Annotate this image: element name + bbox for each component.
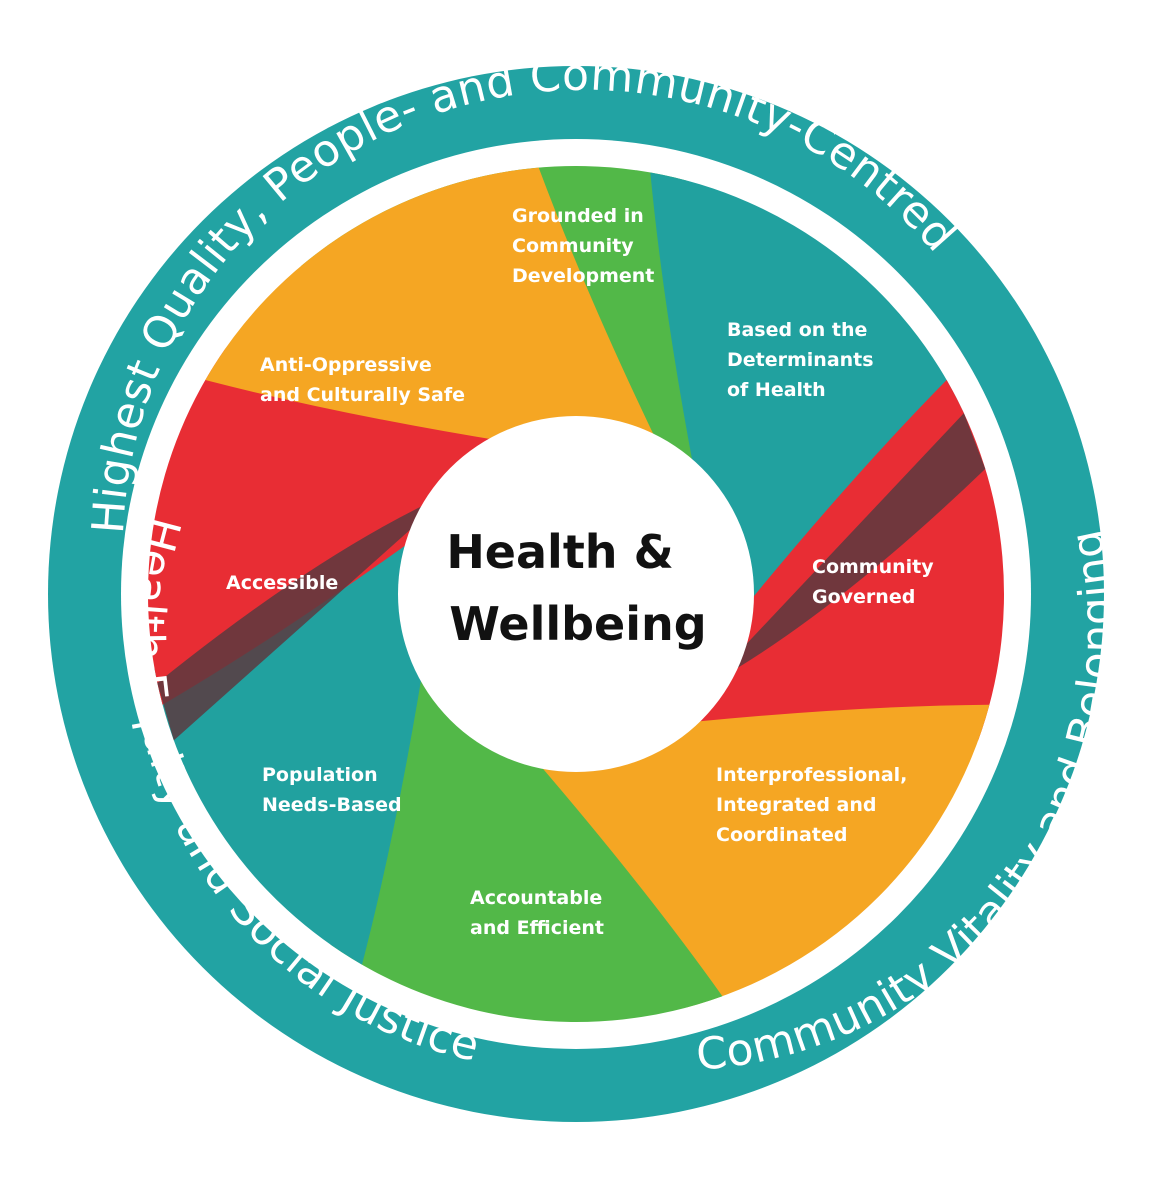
- petal-label-line: of Health: [727, 379, 826, 401]
- petal-label-line: Population: [262, 764, 378, 786]
- center-circle: [398, 416, 754, 772]
- petal-label-line: Grounded in: [512, 205, 644, 227]
- petal-label-line: Coordinated: [716, 824, 847, 846]
- petal-label-line: Determinants: [727, 349, 874, 371]
- petal-label-line: Governed: [812, 586, 915, 608]
- petal-label-1: Grounded in Community Development: [512, 205, 654, 287]
- petal-label-line: Community: [512, 235, 634, 257]
- petal-label-line: and Efficient: [470, 917, 604, 939]
- petal-label-line: Interprofessional,: [716, 764, 907, 786]
- center-title-line2: Wellbeing: [449, 597, 706, 651]
- petal-label-line: Development: [512, 265, 654, 287]
- health-wellbeing-diagram: Grounded in Community Development Based on …: [0, 0, 1152, 1190]
- petal-label-line: Accountable: [470, 887, 602, 909]
- petal-label-line: and Culturally Safe: [260, 384, 465, 406]
- petal-label-line: Anti-Oppressive: [260, 354, 432, 376]
- petal-label-line: Based on the: [727, 319, 867, 341]
- petal-label-line: Integrated and: [716, 794, 877, 816]
- petal-label-line: Needs-Based: [262, 794, 402, 816]
- petal-label-line: Community: [812, 556, 934, 578]
- petal-label-7: Accessible: [226, 572, 338, 594]
- diagram-canvas: Grounded in Community Development Based on …: [48, 49, 1123, 1122]
- petal-label-line: Accessible: [226, 572, 338, 594]
- center-title-line1: Health &: [446, 525, 673, 579]
